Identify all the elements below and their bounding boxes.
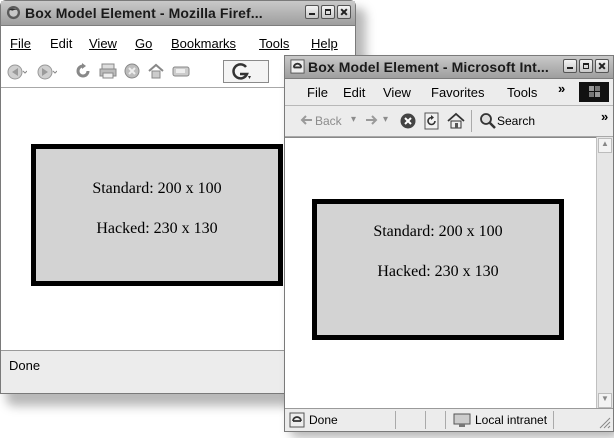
reload-icon[interactable] — [74, 62, 92, 80]
menu-tools[interactable]: Tools — [507, 85, 537, 100]
home-icon[interactable] — [447, 112, 465, 130]
status-text: Done — [309, 413, 338, 427]
search-engine-box[interactable] — [223, 60, 269, 83]
menu-edit[interactable]: Edit — [50, 36, 72, 51]
maximize-button[interactable] — [579, 59, 593, 73]
status-divider — [553, 411, 554, 429]
windows-flag-throbber — [579, 82, 609, 102]
hacked-size-text: Hacked: 230 x 130 — [96, 220, 218, 237]
close-button[interactable] — [337, 5, 351, 19]
back-icon[interactable] — [7, 64, 27, 80]
scroll-up-button[interactable]: ▲ — [598, 138, 612, 153]
ie-content: Standard: 200 x 100 Hacked: 230 x 130 — [285, 137, 596, 410]
maximize-button[interactable] — [321, 5, 335, 19]
menu-help[interactable]: Help — [311, 36, 338, 51]
scroll-down-button[interactable]: ▼ — [598, 393, 612, 408]
search-button-label[interactable]: Search — [497, 114, 535, 128]
page-done-icon — [289, 412, 305, 428]
menu-overflow-chevron[interactable]: » — [558, 81, 565, 96]
status-text: Done — [9, 358, 41, 373]
forward-arrow-icon[interactable] — [365, 114, 379, 126]
stop-icon[interactable] — [123, 62, 141, 80]
ie-toolbar: Back ▾ ▾ Search » — [285, 106, 613, 137]
hacked-size-text: Hacked: 230 x 130 — [377, 263, 499, 280]
firefox-window-title: Box Model Element - Mozilla Firef... — [25, 5, 263, 21]
toolbar-overflow-chevron[interactable]: » — [601, 109, 608, 124]
windows-logo-icon — [589, 86, 600, 97]
ie-window-title: Box Model Element - Microsoft Int... — [308, 59, 549, 75]
menu-edit[interactable]: Edit — [343, 85, 365, 100]
refresh-icon[interactable] — [423, 112, 441, 130]
standard-size-text: Standard: 200 x 100 — [373, 223, 503, 240]
firefox-menubar: File Edit View Go Bookmarks Tools Help — [1, 33, 355, 55]
standard-size-text: Standard: 200 x 100 — [92, 180, 222, 197]
page-icon[interactable] — [171, 63, 191, 79]
firefox-titlebar[interactable]: Box Model Element - Mozilla Firef... — [1, 1, 355, 26]
print-icon[interactable] — [99, 62, 117, 80]
menu-file[interactable]: File — [10, 36, 31, 51]
status-divider — [395, 411, 396, 429]
local-intranet-icon — [453, 413, 471, 427]
ie-titlebar[interactable]: Box Model Element - Microsoft Int... — [285, 56, 613, 79]
back-dropdown-icon[interactable]: ▾ — [351, 114, 356, 125]
menu-bookmarks[interactable]: Bookmarks — [171, 36, 236, 51]
firefox-logo-icon — [6, 5, 21, 20]
ie-logo-icon — [290, 59, 305, 74]
menu-view[interactable]: View — [383, 85, 411, 100]
minimize-button[interactable] — [305, 5, 319, 19]
resize-grip-icon[interactable] — [599, 417, 611, 429]
stop-icon[interactable] — [399, 112, 417, 130]
menu-favorites[interactable]: Favorites — [431, 85, 484, 100]
box-model-demo: Standard: 200 x 100 Hacked: 230 x 130 — [31, 144, 283, 286]
forward-icon[interactable] — [37, 64, 57, 80]
vertical-scrollbar[interactable]: ▲ ▼ — [596, 137, 613, 409]
back-button-label[interactable]: Back — [315, 114, 342, 128]
status-divider — [425, 411, 426, 429]
menu-file[interactable]: File — [307, 85, 328, 100]
search-magnifier-icon[interactable] — [479, 112, 497, 130]
ie-menubar: File Edit View Favorites Tools » — [285, 79, 613, 106]
google-g-icon — [232, 63, 251, 80]
toolbar-separator — [471, 110, 472, 132]
security-zone-text: Local intranet — [475, 413, 548, 427]
ie-window[interactable]: Box Model Element - Microsoft Int... Fil… — [284, 55, 614, 432]
menu-go[interactable]: Go — [135, 36, 152, 51]
close-button[interactable] — [595, 59, 609, 73]
status-divider — [445, 411, 446, 429]
home-icon[interactable] — [147, 62, 165, 80]
minimize-button[interactable] — [563, 59, 577, 73]
menu-view[interactable]: View — [89, 36, 117, 51]
ie-statusbar: Done Local intranet — [285, 408, 613, 431]
forward-dropdown-icon[interactable]: ▾ — [383, 114, 388, 125]
back-arrow-icon[interactable] — [299, 114, 313, 126]
box-model-demo: Standard: 200 x 100 Hacked: 230 x 130 — [312, 199, 564, 340]
menu-tools[interactable]: Tools — [259, 36, 289, 51]
